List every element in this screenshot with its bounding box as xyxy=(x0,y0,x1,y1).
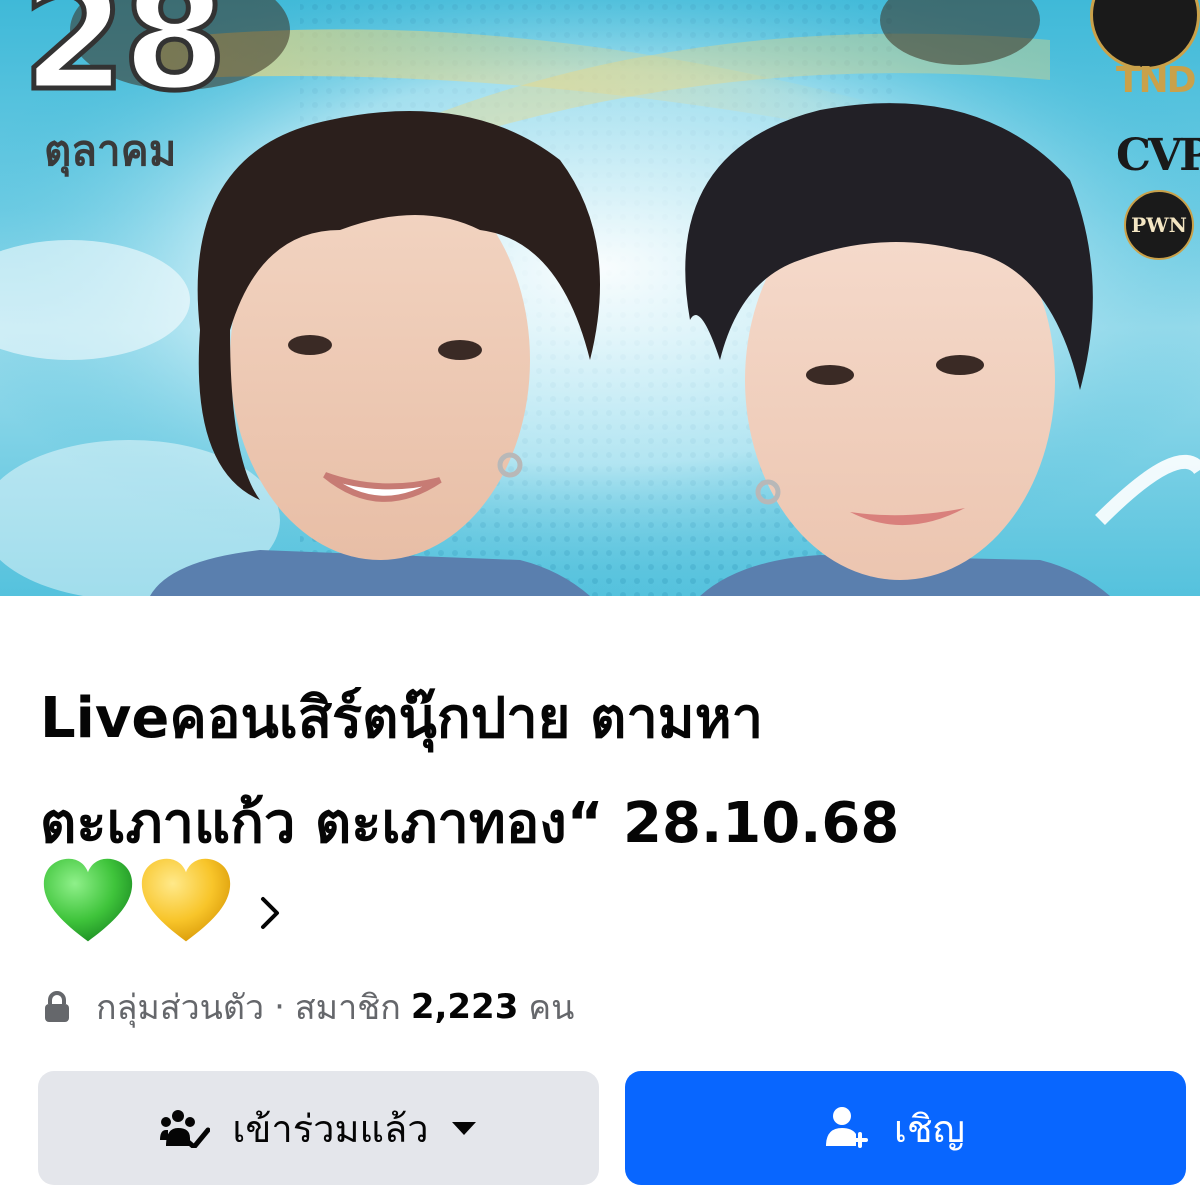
sponsor-logo-cvp: CVP xyxy=(1116,130,1200,181)
invite-button[interactable]: เชิญ xyxy=(625,1071,1186,1185)
green-heart-icon xyxy=(43,858,133,942)
sponsor-logo-pwn: PWN xyxy=(1124,190,1194,260)
invite-button-label: เชิญ xyxy=(893,1106,966,1151)
lock-icon xyxy=(45,991,69,1022)
joined-button-label: เข้าร่วมแล้ว xyxy=(232,1106,429,1151)
group-title-emoji xyxy=(40,858,234,942)
joined-button[interactable]: เข้าร่วมแล้ว xyxy=(38,1071,599,1185)
group-meta: กลุ่มส่วนตัว · สมาชิก 2,223 คน xyxy=(42,983,574,1031)
caret-down-icon xyxy=(451,1122,476,1135)
members-label: สมาชิก xyxy=(294,988,401,1028)
group-title[interactable]: Liveคอนเสิร์ตนุ๊กปาย ตามหา ตะเภาแก้ว ตะเ… xyxy=(40,666,1160,876)
group-cover-photo[interactable]: 28 ตุลาคม TND CVP PWN xyxy=(0,0,1200,596)
meta-separator: · xyxy=(274,987,285,1027)
yellow-heart-icon xyxy=(141,858,231,942)
group-title-line-1: Liveคอนเสิร์ตนุ๊กปาย ตามหา xyxy=(40,686,764,751)
add-person-icon xyxy=(825,1107,868,1148)
cover-date-number: 28 xyxy=(20,0,230,127)
members-unit: คน xyxy=(528,988,575,1028)
group-privacy-label: กลุ่มส่วนตัว xyxy=(96,988,265,1028)
sponsor-logo-tnd: TND xyxy=(1116,60,1197,101)
members-count[interactable]: 2,223 xyxy=(411,987,519,1027)
members-check-icon xyxy=(160,1110,211,1148)
cover-date-month: ตุลาคม xyxy=(44,126,177,175)
chevron-right-icon[interactable] xyxy=(257,895,283,931)
